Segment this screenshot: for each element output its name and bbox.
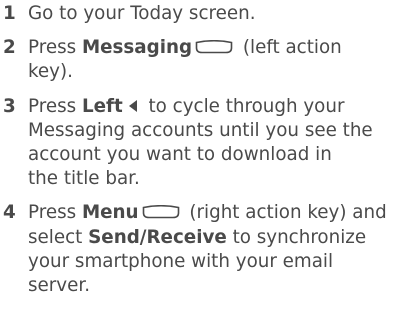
left-arrow-icon [128,99,138,113]
right-action-key-icon [142,205,180,219]
command-send-receive: Send/Receive [88,226,227,248]
step-text-prefix: Press [28,95,82,117]
key-name-messaging: Messaging [81,37,193,59]
step-text-prefix: Press [28,37,82,59]
step-text-suffix: (right action key) and [183,202,387,224]
step-number: 4 [3,202,16,224]
step-2: 2 Press Messaging (left action key). [0,36,410,84]
step-text-line: your smartphone with your email [28,250,334,272]
key-name-left: Left [81,95,123,117]
step-3: 3 Press Left to cycle through your Messag… [0,95,410,192]
step-text-prefix: Press [28,202,82,224]
step-number: 2 [3,37,16,59]
step-text-line: the title bar. [28,168,140,190]
step-number: 1 [3,3,16,24]
step-4: 4 Press Menu (right action key) and selec… [0,201,410,298]
left-action-key-icon [195,40,233,54]
step-text-suffix: to cycle through your [142,95,345,117]
step-text-line: key). [28,61,73,83]
step-text-prefix: select [28,226,89,248]
step-text-suffix: to synchronize [226,226,367,248]
instruction-steps: 1 Go to your Today screen. 2 Press Messa… [0,2,410,308]
step-text: Go to your Today screen. [28,3,256,24]
step-text-line: account you want to download in [28,144,332,166]
step-number: 3 [3,95,16,117]
step-1: 1 Go to your Today screen. [0,2,410,26]
step-text-line: Messaging accounts until you see the [28,119,373,141]
step-text-line: server. [28,275,91,297]
step-text-suffix: (left action [237,37,342,59]
key-name-menu: Menu [81,202,139,224]
